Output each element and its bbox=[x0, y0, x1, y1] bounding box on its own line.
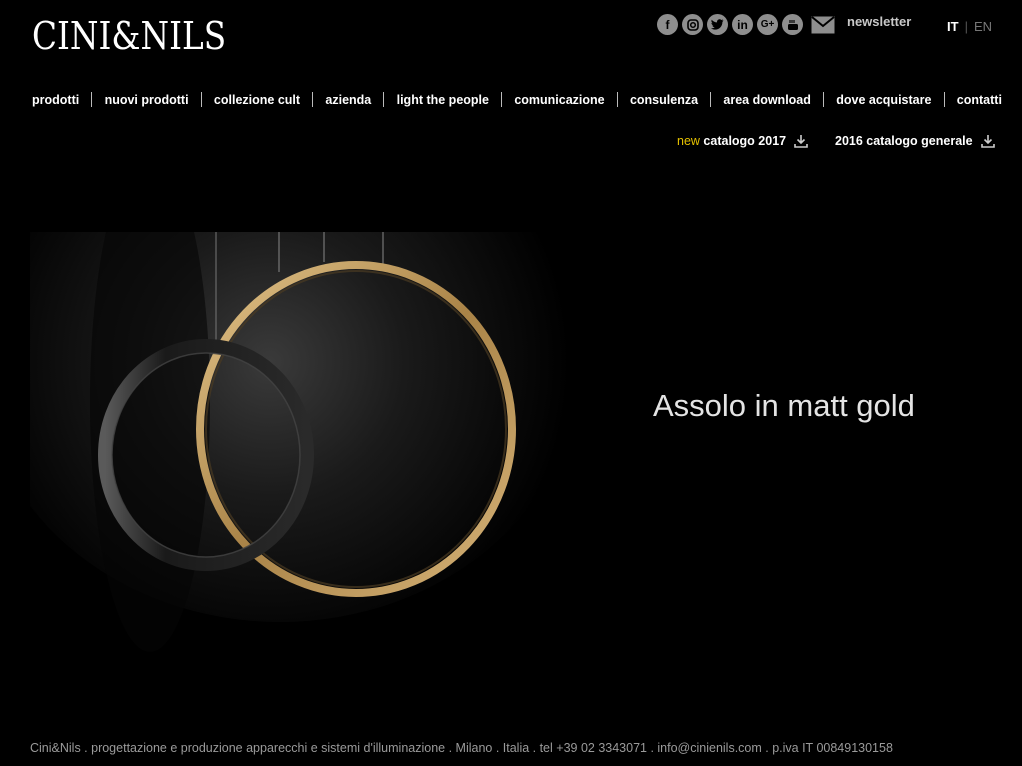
newsletter-link[interactable]: newsletter bbox=[847, 14, 911, 29]
lang-it[interactable]: IT bbox=[947, 19, 959, 34]
nav-item-contatti[interactable]: contatti bbox=[945, 93, 1002, 107]
nav-item-nuovi-prodotti[interactable]: nuovi prodotti bbox=[93, 93, 201, 107]
nav-item-comunicazione[interactable]: comunicazione bbox=[502, 93, 616, 107]
instagram-icon[interactable] bbox=[682, 14, 703, 35]
catalog-generale-link[interactable]: 2016 catalogo generale bbox=[835, 134, 995, 148]
catalog-2017-label: new catalogo 2017 bbox=[677, 134, 786, 148]
twitter-icon[interactable] bbox=[707, 14, 728, 35]
nav-item-light-the-people[interactable]: light the people bbox=[385, 93, 501, 107]
hero-image bbox=[30, 232, 992, 652]
nav-item-dove-acquistare[interactable]: dove acquistare bbox=[824, 93, 943, 107]
mail-icon[interactable] bbox=[811, 14, 837, 35]
lang-en[interactable]: EN bbox=[974, 19, 992, 34]
nav-item-area-download[interactable]: area download bbox=[711, 93, 823, 107]
page: CINI&NILS f in G+ newsletter IT | EN pro… bbox=[0, 0, 1022, 766]
linkedin-icon[interactable]: in bbox=[732, 14, 753, 35]
brand-logo[interactable]: CINI&NILS bbox=[32, 14, 226, 58]
main-nav: prodotti nuovi prodotti collezione cult … bbox=[20, 92, 1002, 107]
new-badge: new bbox=[677, 134, 700, 148]
nav-item-azienda[interactable]: azienda bbox=[313, 93, 383, 107]
facebook-icon[interactable]: f bbox=[657, 14, 678, 35]
download-icon bbox=[794, 135, 808, 148]
youtube-icon[interactable] bbox=[782, 14, 803, 35]
google-plus-icon[interactable]: G+ bbox=[757, 14, 778, 35]
hero-banner[interactable]: Assolo in matt gold bbox=[30, 232, 992, 652]
language-switcher: IT | EN bbox=[947, 19, 992, 34]
nav-item-collezione-cult[interactable]: collezione cult bbox=[202, 93, 312, 107]
nav-item-consulenza[interactable]: consulenza bbox=[618, 93, 710, 107]
catalog-2017-text: catalogo 2017 bbox=[703, 134, 787, 148]
social-bar: f in G+ newsletter bbox=[657, 14, 911, 35]
catalog-2017-link[interactable]: new catalogo 2017 bbox=[677, 134, 808, 148]
nav-item-prodotti[interactable]: prodotti bbox=[20, 93, 91, 107]
lang-separator: | bbox=[964, 19, 968, 34]
hero-caption: Assolo in matt gold bbox=[653, 388, 915, 423]
download-icon bbox=[980, 135, 995, 148]
catalog-generale-label: 2016 catalogo generale bbox=[835, 134, 973, 148]
footer-info: Cini&Nils . progettazione e produzione a… bbox=[30, 741, 893, 755]
